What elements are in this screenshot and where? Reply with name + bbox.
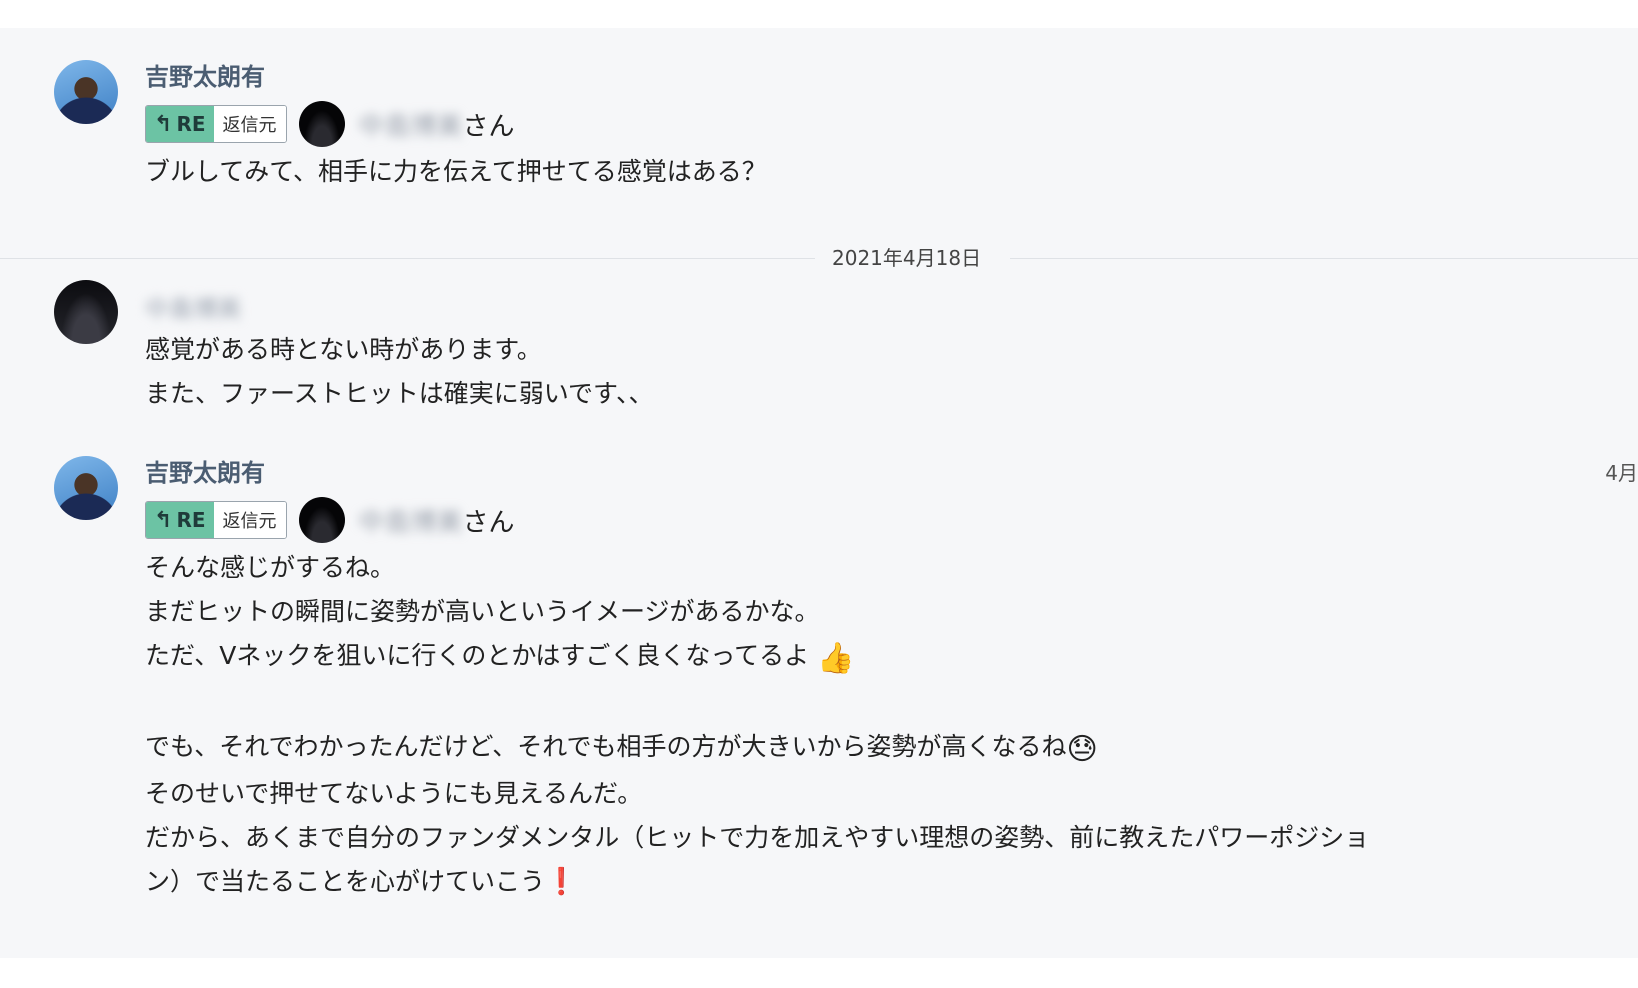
message-text: そのせいで押せてないようにも見えるんだ。 — [145, 779, 643, 808]
user-avatar[interactable] — [54, 456, 118, 520]
thumbs-up-icon: 👍 — [817, 641, 855, 676]
sender-name[interactable]: 吉野太朗有 — [145, 60, 1618, 94]
message-text: そんな感じがするね。 — [145, 553, 396, 582]
reply-source-label: 返信元 — [213, 106, 286, 142]
mention[interactable]: 中島博美 さん — [359, 502, 515, 539]
mention[interactable]: 中島博美 さん — [359, 106, 515, 143]
user-avatar[interactable] — [54, 280, 118, 344]
message-text: まだヒットの瞬間に姿勢が高いというイメージがあるかな。 — [145, 597, 820, 626]
date-divider: 2021年4月18日 — [0, 243, 1638, 273]
message-text: ただ、Vネックを狙いに行くのとかはすごく良くなってるよ — [145, 641, 810, 670]
reply-source-label: 返信元 — [213, 502, 286, 538]
message-text: また、ファーストヒットは確実に弱いです、、 — [145, 379, 654, 408]
message-text: 感覚がある時とない時があります。 — [145, 335, 542, 364]
mentioned-user-avatar — [298, 497, 345, 543]
message-text-line: ただ、Vネックを狙いに行くのとかはすごく良くなってるよ 👍 — [145, 634, 1618, 681]
mentioned-user-avatar — [298, 101, 345, 147]
reply-tag: RE — [176, 508, 206, 532]
sender-name[interactable]: 中島博美 — [145, 292, 1618, 326]
message-text: だから、あくまで自分のファンダメンタル（ヒットで力を加えやすい理想の姿勢、前に教… — [145, 823, 1370, 852]
exclamation-icon: ❗ — [545, 867, 578, 897]
mention-suffix: さん — [462, 111, 515, 142]
reply-tag: RE — [176, 112, 206, 136]
user-avatar[interactable] — [54, 60, 118, 124]
message-text: ン）で当たることを心がけていこう — [145, 867, 546, 896]
reply-arrow-icon: ↰ — [154, 507, 173, 533]
message-text: でも、それでわかったんだけど、それでも相手の方が大きいから姿勢が高くなるね — [145, 732, 1067, 761]
reply-reference: ↰ RE 返信元 中島博美 さん — [145, 98, 1618, 150]
message-text-line: でも、それでわかったんだけど、それでも相手の方が大きいから姿勢が高くなるね😓 — [145, 725, 1618, 772]
message-timestamp: 4月 — [1605, 461, 1638, 485]
mention-name: 中島博美 — [358, 507, 463, 538]
reply-reference: ↰ RE 返信元 中島博美 さん — [145, 494, 1618, 546]
message-text: ブルしてみて、相手に力を伝えて押せてる感覚はある？ — [145, 157, 767, 186]
mention-suffix: さん — [462, 507, 515, 538]
sender-name[interactable]: 吉野太朗有 — [145, 456, 1618, 490]
date-label: 2021年4月18日 — [832, 246, 982, 270]
reply-arrow-icon: ↰ — [154, 111, 173, 137]
reply-badge[interactable]: ↰ RE 返信元 — [145, 501, 287, 539]
sweat-face-icon: 😓 — [1066, 732, 1098, 767]
reply-badge[interactable]: ↰ RE 返信元 — [145, 105, 287, 143]
mention-name: 中島博美 — [358, 111, 463, 142]
message-text-line: ン）で当たることを心がけていこう❗ — [145, 860, 1618, 904]
chat-panel: 吉野太朗有 ↰ RE 返信元 中島博美 さん ブルしてみて、相手に力を伝えて押せてる… — [0, 28, 1638, 958]
